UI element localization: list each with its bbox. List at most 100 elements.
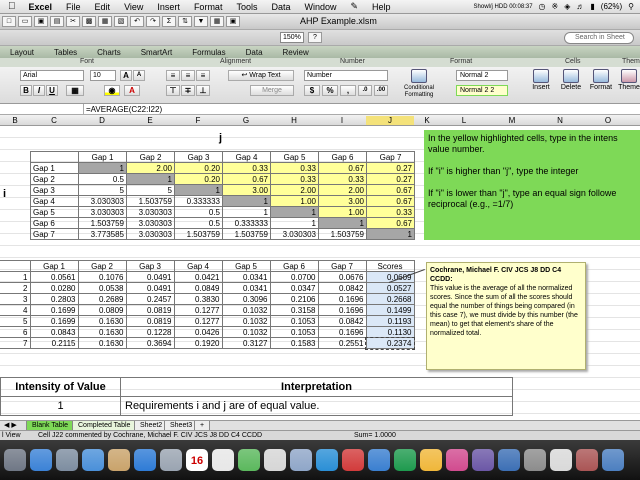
normalized-header[interactable]: Gap 1 — [29, 260, 79, 272]
matrix-cell[interactable]: 1 — [318, 217, 367, 229]
style-normal-2-2[interactable]: Normal 2 2 — [456, 85, 508, 96]
matrix-cell[interactable]: 0.33 — [222, 162, 271, 174]
dock-app-icon[interactable] — [134, 449, 156, 471]
dock-app-icon[interactable] — [82, 449, 104, 471]
matrix-cell[interactable]: 1.503759 — [222, 228, 271, 240]
col-header[interactable]: D — [78, 116, 126, 125]
align-middle-icon[interactable]: ∓ — [181, 85, 195, 96]
menu-window[interactable]: Window — [297, 2, 343, 12]
col-header[interactable]: E — [126, 116, 174, 125]
tab-scroll-arrows-icon[interactable]: ◀ ▶ — [4, 421, 17, 429]
dock-app-icon[interactable] — [56, 449, 78, 471]
align-bottom-icon[interactable]: ⊥ — [196, 85, 210, 96]
normalized-header[interactable]: Gap 3 — [125, 260, 175, 272]
name-box[interactable] — [0, 103, 84, 115]
dock-app-icon[interactable] — [368, 449, 390, 471]
matrix-cell[interactable]: 0.5 — [78, 173, 127, 185]
decrease-decimal-icon[interactable]: .0 — [358, 85, 372, 96]
normalized-cell[interactable]: 0.3158 — [269, 304, 319, 316]
normalized-cell[interactable]: 0.0280 — [29, 282, 79, 294]
normalized-cell[interactable]: 0.2106 — [269, 293, 319, 305]
comma-icon[interactable]: , — [340, 85, 356, 96]
col-header[interactable]: G — [222, 116, 270, 125]
normalized-cell[interactable]: 0.1696 — [317, 293, 367, 305]
menu-edit[interactable]: Edit — [88, 2, 118, 12]
dock-app-icon[interactable] — [524, 449, 546, 471]
matrix-cell[interactable]: 0.27 — [366, 173, 415, 185]
normalized-header[interactable]: Gap 5 — [221, 260, 271, 272]
matrix-cell[interactable]: 0.20 — [174, 173, 223, 185]
tab-layout[interactable]: Layout — [0, 48, 44, 57]
delete-cells-button[interactable]: Delete — [558, 69, 584, 91]
score-cell[interactable]: 0.1193 — [365, 315, 415, 327]
matrix-row-label[interactable]: Gap 2 — [30, 173, 79, 185]
score-cell[interactable]: 0.1130 — [365, 326, 415, 338]
matrix-cell[interactable]: 0.27 — [366, 162, 415, 174]
matrix-cell[interactable]: 1 — [270, 206, 319, 218]
formula-input[interactable]: =AVERAGE(C22:I22) — [84, 105, 162, 114]
normalized-row-label[interactable]: 2 — [0, 282, 31, 294]
menu-format[interactable]: Format — [187, 2, 230, 12]
dock-app-icon[interactable] — [108, 449, 130, 471]
dock-app-icon[interactable] — [394, 449, 416, 471]
tab-data[interactable]: Data — [236, 48, 273, 57]
normalized-row-label[interactable]: 3 — [0, 293, 31, 305]
col-header[interactable]: O — [584, 116, 632, 125]
matrix-cell[interactable]: 0.67 — [222, 173, 271, 185]
dock-app-icon[interactable] — [472, 449, 494, 471]
matrix-header[interactable]: Gap 4 — [222, 151, 271, 163]
dock-app-icon[interactable] — [550, 449, 572, 471]
gallery-icon[interactable]: ▦ — [210, 16, 224, 27]
normalized-cell[interactable]: 0.3096 — [221, 293, 271, 305]
normalized-cell[interactable]: 0.0561 — [29, 271, 79, 283]
sort-icon[interactable]: ⇅ — [178, 16, 192, 27]
matrix-cell[interactable]: 1 — [270, 217, 319, 229]
interpretation-header[interactable]: Interpretation — [120, 377, 513, 397]
align-left-icon[interactable]: ≡ — [166, 70, 180, 81]
col-header[interactable]: L — [440, 116, 488, 125]
dock-app-icon[interactable] — [238, 449, 260, 471]
matrix-cell[interactable]: 3.773585 — [78, 228, 127, 240]
normalized-cell[interactable]: 0.0819 — [125, 304, 175, 316]
matrix-header[interactable]: Gap 3 — [174, 151, 223, 163]
matrix-cell[interactable]: 3.030303 — [270, 228, 319, 240]
tab-smartart[interactable]: SmartArt — [131, 48, 183, 57]
col-header[interactable]: F — [174, 116, 222, 125]
normalized-cell[interactable]: 0.1228 — [125, 326, 175, 338]
normalized-cell[interactable]: 0.1032 — [221, 304, 271, 316]
matrix-cell[interactable]: 0.33 — [270, 162, 319, 174]
borders-icon[interactable]: ▦ — [66, 85, 84, 96]
matrix-cell[interactable]: 2.00 — [270, 184, 319, 196]
normalized-row-label[interactable]: 6 — [0, 326, 31, 338]
matrix-row-label[interactable]: Gap 4 — [30, 195, 79, 207]
matrix-cell[interactable]: 2.00 — [126, 162, 175, 174]
format-painter-icon[interactable]: ▧ — [114, 16, 128, 27]
matrix-cell[interactable]: 5 — [126, 184, 175, 196]
worksheet[interactable]: j i Gap 1 Gap 2 Gap 3 Gap 4 Gap 5 Gap 6 … — [0, 126, 640, 420]
normalized-cell[interactable]: 0.0809 — [77, 304, 127, 316]
menu-tools[interactable]: Tools — [229, 2, 264, 12]
normalized-row-label[interactable]: 4 — [0, 304, 31, 316]
normalized-row-label[interactable]: 1 — [0, 271, 31, 283]
wifi-icon[interactable]: ◈ — [564, 2, 570, 11]
col-header[interactable]: I — [318, 116, 366, 125]
col-header[interactable]: H — [270, 116, 318, 125]
dock-app-icon[interactable] — [212, 449, 234, 471]
dock-app-icon[interactable] — [30, 449, 52, 471]
normalized-header[interactable]: Gap 4 — [173, 260, 223, 272]
dock-app-icon[interactable] — [160, 449, 182, 471]
normalized-cell[interactable]: 0.0842 — [317, 315, 367, 327]
matrix-cell[interactable]: 1.503759 — [126, 195, 175, 207]
matrix-cell[interactable]: 1.503759 — [318, 228, 367, 240]
matrix-row-label[interactable]: Gap 5 — [30, 206, 79, 218]
normalized-cell[interactable]: 0.2457 — [125, 293, 175, 305]
percent-icon[interactable]: % — [322, 85, 338, 96]
open-icon[interactable]: ▭ — [18, 16, 32, 27]
bluetooth-icon[interactable]: ※ — [552, 2, 559, 11]
increase-decimal-icon[interactable]: .00 — [374, 85, 388, 96]
normalized-cell[interactable]: 0.3830 — [173, 293, 223, 305]
normalized-cell[interactable]: 0.1630 — [77, 326, 127, 338]
time-machine-icon[interactable]: ◷ — [539, 2, 546, 11]
normalized-cell[interactable]: 0.0700 — [269, 271, 319, 283]
save-icon[interactable]: ▣ — [34, 16, 48, 27]
